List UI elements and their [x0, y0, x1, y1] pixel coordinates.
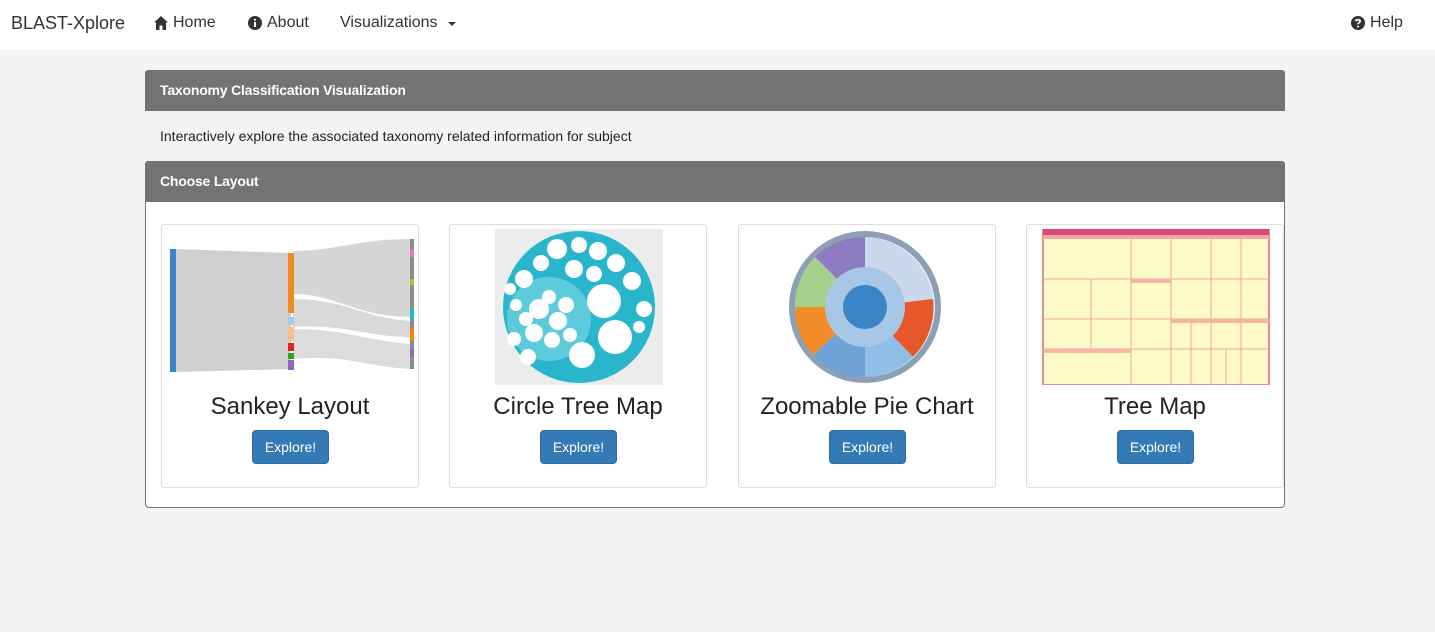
- zoomable-pie-chart-thumbnail: [743, 229, 993, 385]
- panel-description: Interactively explore the associated tax…: [160, 128, 632, 144]
- choose-layout-panel: Choose Layout Sankey Layout Explore! Cir…: [145, 161, 1285, 508]
- nav-about[interactable]: About: [247, 14, 309, 32]
- card-sankey: Sankey Layout Explore!: [161, 224, 419, 488]
- circle-tree-map-thumbnail: [495, 229, 663, 385]
- nav-visualizations-dropdown[interactable]: Visualizations: [340, 14, 456, 32]
- nav-home[interactable]: Home: [153, 14, 216, 32]
- sankey-thumbnail: [166, 229, 416, 385]
- card-zoomable-pie-chart: Zoomable Pie Chart Explore!: [738, 224, 996, 488]
- nav-help-label: Help: [1370, 14, 1403, 31]
- nav-visualizations-label: Visualizations: [340, 14, 438, 31]
- nav-about-label: About: [267, 14, 309, 31]
- info-icon: [248, 16, 262, 30]
- card-tree-map: Tree Map Explore!: [1026, 224, 1284, 488]
- brand-link[interactable]: BLAST-Xplore: [11, 13, 125, 34]
- navbar: BLAST-Xplore Home About Visualizations H…: [0, 0, 1435, 50]
- card-sankey-title: Sankey Layout: [210, 393, 370, 420]
- card-tree-map-title: Tree Map: [1104, 393, 1206, 420]
- explore-zoomable-pie-chart-button[interactable]: Explore!: [829, 430, 906, 464]
- nav-home-label: Home: [173, 14, 216, 31]
- explore-tree-map-button[interactable]: Explore!: [1117, 430, 1194, 464]
- card-zoomable-pie-chart-title: Zoomable Pie Chart: [760, 393, 974, 420]
- tree-map-thumbnail: [1042, 229, 1270, 385]
- caret-down-icon: [447, 22, 456, 26]
- question-icon: [1351, 16, 1365, 30]
- nav-help[interactable]: Help: [1350, 14, 1403, 32]
- card-circle-tree-map-title: Circle Tree Map: [493, 393, 663, 420]
- home-icon: [154, 16, 168, 30]
- explore-sankey-button[interactable]: Explore!: [252, 430, 329, 464]
- panel-taxonomy-header: Taxonomy Classification Visualization: [145, 70, 1285, 111]
- explore-circle-tree-map-button[interactable]: Explore!: [540, 430, 617, 464]
- choose-layout-header: Choose Layout: [145, 161, 1285, 202]
- card-circle-tree-map: Circle Tree Map Explore!: [449, 224, 707, 488]
